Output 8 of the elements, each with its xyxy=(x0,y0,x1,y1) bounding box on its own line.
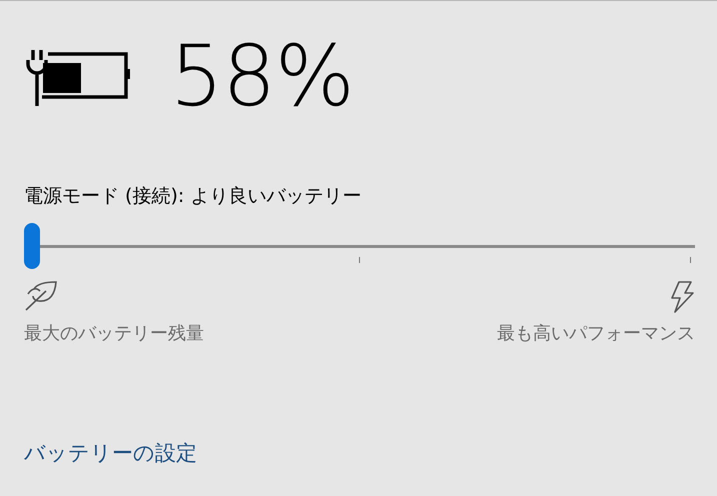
slider-thumb[interactable] xyxy=(24,223,40,269)
power-mode-label: 電源モード (接続): より良いバッテリー xyxy=(24,184,362,209)
min-mode-label: 最大のバッテリー残量 xyxy=(24,322,204,345)
lightning-icon xyxy=(669,281,695,313)
leaf-icon xyxy=(24,281,58,311)
battery-settings-link[interactable]: バッテリーの設定 xyxy=(24,439,197,467)
max-mode-label: 最も高いパフォーマンス xyxy=(497,322,695,345)
battery-percentage: 58% xyxy=(170,34,354,118)
